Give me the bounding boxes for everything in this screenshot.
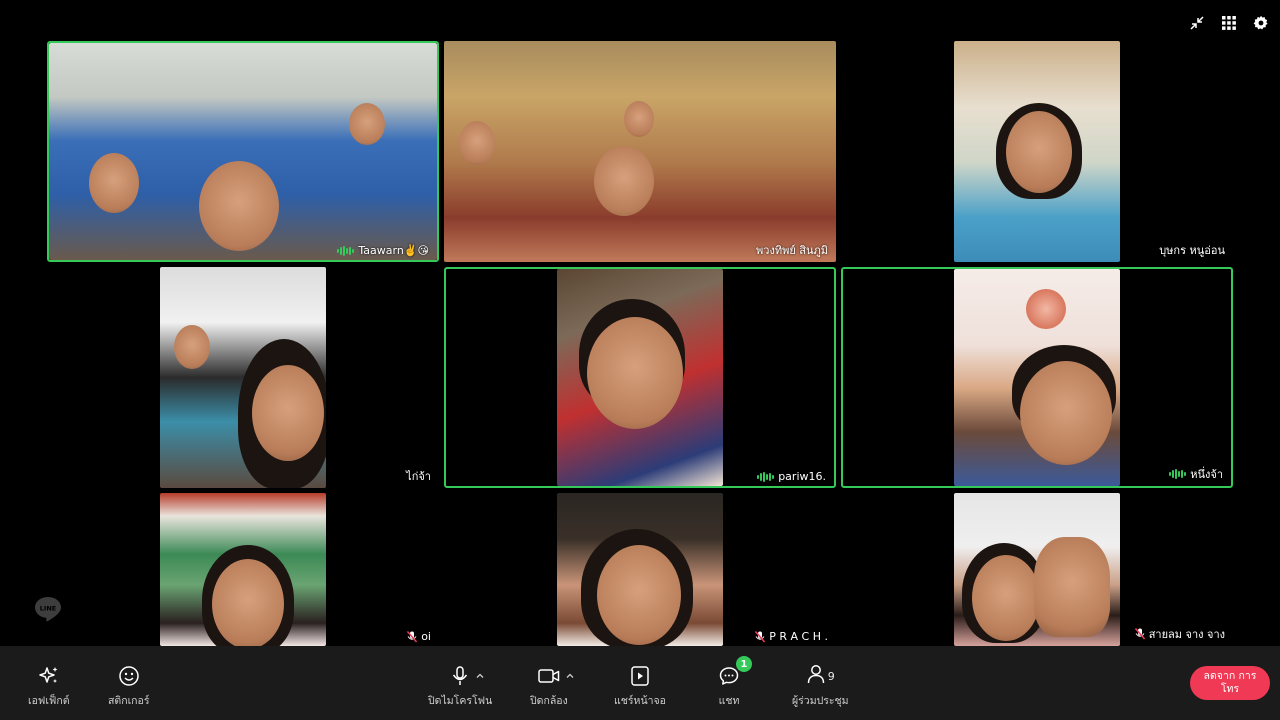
face <box>212 559 284 646</box>
participant-tile-sailom[interactable]: สายลม จาง จาง <box>841 493 1233 646</box>
leave-call-button[interactable]: ลดจาก การโทร <box>1190 666 1270 700</box>
chat-bubble-icon: 1 <box>718 656 752 688</box>
participant-name: oi <box>421 630 431 643</box>
face <box>89 153 139 213</box>
participant-tile-oi[interactable]: oi <box>47 493 439 646</box>
face <box>594 146 654 216</box>
participant-nameplate: พวงทิพย์ สินภูมิ <box>756 241 828 259</box>
flower-decoration <box>1026 289 1066 329</box>
participant-video <box>954 41 1120 262</box>
mic-label: ปิดไมโครโฟน <box>428 695 493 707</box>
chat-label: แชท <box>718 695 740 707</box>
participant-nameplate: บุษกร หนูอ่อน <box>1159 241 1225 259</box>
participant-video <box>160 267 326 488</box>
participant-tile-nueng[interactable]: หนึ่งจ้า <box>841 267 1233 488</box>
svg-text:LINE: LINE <box>40 605 56 613</box>
face <box>597 545 681 645</box>
face <box>459 121 495 165</box>
video-call-window: Taawarn✌️😘 พวงทิพย์ สินภูมิ บุษกร หนูอ่อ… <box>0 0 1280 720</box>
top-controls <box>1188 14 1270 32</box>
participant-video <box>49 43 437 260</box>
effects-button[interactable]: เอฟเฟ็กต์ <box>28 664 70 709</box>
grid-view-icon[interactable] <box>1220 14 1238 32</box>
effects-label: เอฟเฟ็กต์ <box>28 695 70 707</box>
participants-icon-wrap: 9 <box>806 664 835 688</box>
face <box>1006 111 1072 193</box>
speaking-indicator-icon <box>1169 469 1187 479</box>
face <box>972 555 1040 641</box>
participant-nameplate: ไก่จ้า <box>406 467 431 485</box>
sparkle-icon <box>38 664 60 688</box>
participant-tile-kai[interactable]: ไก่จ้า <box>47 267 439 488</box>
mic-muted-icon <box>407 630 418 643</box>
chevron-up-icon[interactable] <box>565 666 575 678</box>
mic-muted-icon <box>1134 628 1145 640</box>
speaking-indicator-icon <box>337 245 355 256</box>
share-label: แชร์หน้าจอ <box>614 695 666 707</box>
speaking-indicator-icon <box>757 471 775 482</box>
participant-name: หนึ่งจ้า <box>1190 468 1223 481</box>
face <box>587 317 683 429</box>
participant-nameplate: Taawarn✌️😘 <box>337 244 429 257</box>
participant-video <box>557 493 723 646</box>
leave-call-label: ลดจาก การโทร <box>1203 670 1257 695</box>
participant-tile-taawarn[interactable]: Taawarn✌️😘 <box>47 41 439 262</box>
participant-tile-puangthip[interactable]: พวงทิพย์ สินภูมิ <box>444 41 836 262</box>
participant-nameplate: pariw16. <box>757 470 826 483</box>
waving-hand <box>1034 537 1110 637</box>
participants-button[interactable]: 9 ผู้ร่วมประชุม <box>792 664 849 709</box>
participant-nameplate: หนึ่งจ้า <box>1169 465 1223 483</box>
participant-tile-pariw[interactable]: pariw16. <box>444 267 836 488</box>
participants-count: 9 <box>827 669 835 683</box>
camera-off-button[interactable]: ปิดกล้อง <box>530 664 574 709</box>
person-icon <box>806 663 826 689</box>
smiley-icon <box>118 664 140 688</box>
participant-nameplate: สายลม จาง จาง <box>1134 625 1225 643</box>
microphone-icon <box>449 664 484 688</box>
face <box>349 103 385 145</box>
participant-name: pariw16. <box>778 470 826 483</box>
face <box>624 101 654 137</box>
mute-mic-button[interactable]: ปิดไมโครโฟน <box>428 664 492 709</box>
participant-name: พวงทิพย์ สินภูมิ <box>756 244 828 257</box>
participant-video <box>954 493 1120 646</box>
chat-button[interactable]: 1 แชท <box>718 656 752 709</box>
camera-label: ปิดกล้อง <box>530 695 568 707</box>
participants-label: ผู้ร่วมประชุม <box>792 695 849 707</box>
unread-badge: 1 <box>736 656 752 672</box>
participant-tile-prach[interactable]: P R A C H . <box>444 493 836 646</box>
participant-tile-butsakorn[interactable]: บุษกร หนูอ่อน <box>841 41 1233 262</box>
share-screen-button[interactable]: แชร์หน้าจอ <box>614 664 666 709</box>
participant-video <box>444 41 836 262</box>
chevron-up-icon[interactable] <box>475 666 485 678</box>
participant-nameplate: P R A C H . <box>755 630 828 643</box>
participant-name: บุษกร หนูอ่อน <box>1159 244 1225 257</box>
participant-name: P R A C H . <box>769 630 828 643</box>
face <box>199 161 279 251</box>
sticker-button[interactable]: สติกเกอร์ <box>108 664 149 709</box>
face <box>252 365 324 461</box>
participant-name: สายลม จาง จาง <box>1148 628 1225 641</box>
face <box>174 325 210 369</box>
participant-name: ไก่จ้า <box>406 470 431 483</box>
sticker-label: สติกเกอร์ <box>108 695 150 707</box>
collapse-icon[interactable] <box>1188 14 1206 32</box>
participant-name: Taawarn✌️😘 <box>358 244 429 257</box>
participant-video <box>160 493 326 646</box>
face <box>1020 361 1112 465</box>
line-logo: LINE <box>34 596 62 622</box>
call-toolbar: เอฟเฟ็กต์ สติกเกอร์ ปิดไมโครโฟน ปิดกล้อง <box>0 646 1280 720</box>
participant-video <box>954 269 1120 486</box>
participant-video <box>557 269 723 486</box>
participant-nameplate: oi <box>407 630 431 643</box>
video-camera-icon <box>537 664 574 688</box>
settings-icon[interactable] <box>1252 14 1270 32</box>
share-screen-icon <box>629 664 651 688</box>
mic-muted-icon <box>755 630 766 643</box>
